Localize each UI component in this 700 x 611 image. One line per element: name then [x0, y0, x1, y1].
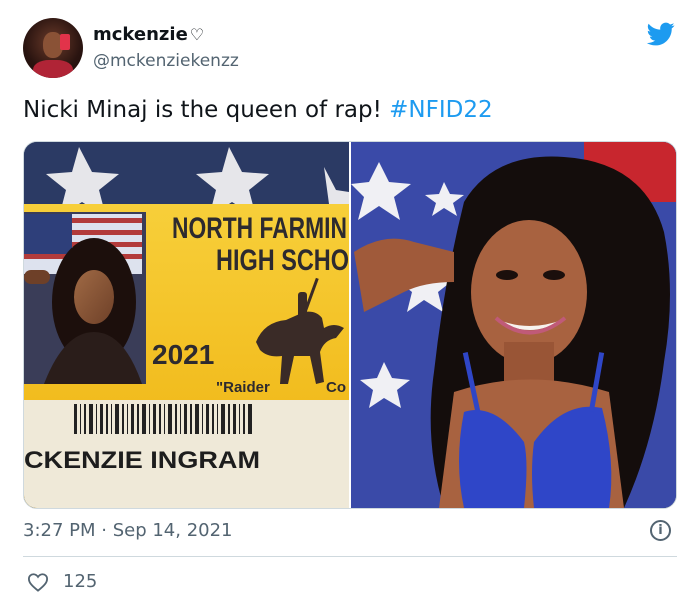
avatar[interactable]	[23, 18, 83, 78]
tweet-body: Nicki Minaj is the queen of rap!	[23, 97, 390, 123]
card-year: 2021	[152, 339, 214, 370]
tweet-card: mckenzie ♡ @mckenziekenzz Nicki Minaj is …	[0, 0, 700, 611]
tweet-text: Nicki Minaj is the queen of rap! #NFID22	[23, 95, 493, 125]
like-action[interactable]: 125	[27, 571, 97, 592]
school-line1: NORTH FARMIN	[172, 212, 347, 245]
tweet-media[interactable]: NORTH FARMIN HIGH SCHO 2021 "Raider Co C…	[23, 141, 677, 509]
info-icon[interactable]: i	[650, 520, 671, 541]
card-mascot-cut: Co	[326, 379, 346, 396]
author-display-name[interactable]: mckenzie ♡	[93, 24, 204, 45]
heart-icon[interactable]	[27, 572, 49, 592]
display-name-text: mckenzie	[93, 24, 188, 45]
portrait-photo	[351, 142, 676, 508]
id-card-photo: NORTH FARMIN HIGH SCHO 2021 "Raider Co C…	[24, 142, 349, 508]
hashtag-link[interactable]: #NFID22	[389, 97, 492, 123]
twitter-bird-icon	[646, 22, 675, 46]
author-handle[interactable]: @mckenziekenzz	[93, 51, 239, 71]
divider	[23, 556, 677, 557]
heart-emoji: ♡	[189, 25, 205, 44]
like-count: 125	[63, 571, 98, 592]
card-mascot: "Raider	[216, 379, 270, 396]
tweet-timestamp[interactable]: 3:27 PM · Sep 14, 2021	[23, 520, 233, 541]
school-line2: HIGH SCHO	[216, 244, 349, 277]
card-student-name: CKENZIE INGRAM	[24, 447, 260, 474]
